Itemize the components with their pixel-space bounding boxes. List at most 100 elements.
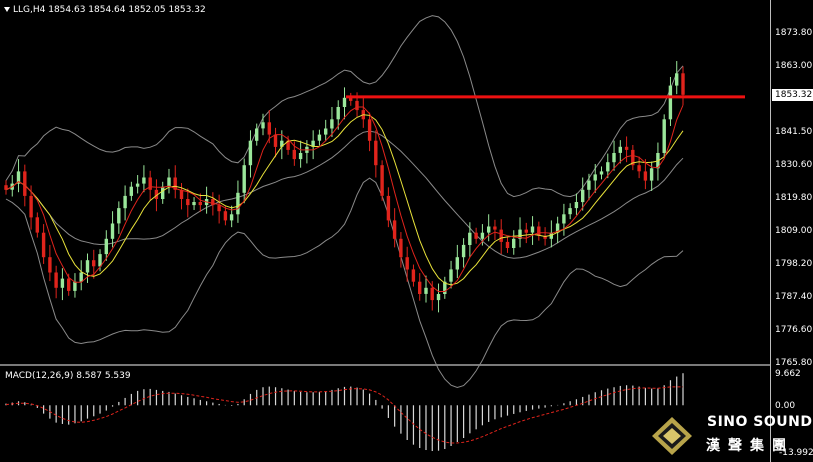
candle-body: [110, 223, 115, 239]
candle-body: [574, 202, 579, 209]
price-tick: 1765.80: [775, 358, 813, 368]
candle-body: [662, 119, 666, 153]
candle-body: [179, 189, 184, 199]
candle-body: [624, 146, 629, 150]
candle-body: [324, 128, 328, 135]
candle-body: [367, 119, 372, 141]
macd-title: MACD(12,26,9) 8.587 5.539: [5, 371, 131, 381]
price-tick: 1863.00: [775, 61, 813, 71]
candle-body: [23, 171, 27, 196]
candle-body: [668, 85, 673, 120]
candle-body: [261, 122, 265, 129]
candle-body: [355, 100, 359, 111]
candle-body: [386, 195, 391, 221]
candle-body: [248, 140, 253, 166]
candle-body: [167, 177, 171, 187]
candle-body: [405, 257, 409, 270]
chart-title-text: LLG,H4 1854.63 1854.64 1852.05 1853.32: [13, 5, 206, 15]
candle-body: [587, 180, 591, 190]
logo-name: SINO SOUND: [707, 414, 813, 430]
candle-body: [48, 257, 52, 273]
candle-body: [675, 73, 679, 86]
candle-body: [512, 238, 516, 248]
candle-body: [599, 171, 604, 175]
macd-tick: 9.662: [775, 369, 801, 379]
candle-body: [424, 287, 428, 294]
candle-body: [480, 232, 485, 239]
candle-body: [411, 269, 416, 282]
candle-body: [41, 232, 46, 258]
candle-body: [223, 211, 228, 221]
candle-body: [342, 97, 347, 107]
candle-body: [562, 214, 566, 224]
candle-body: [455, 257, 459, 270]
candle-body: [217, 205, 221, 212]
candle-body: [336, 107, 340, 120]
candle-body: [581, 189, 585, 203]
price-tick: 1787.40: [775, 292, 813, 302]
candle-body: [79, 272, 83, 282]
candle-body: [392, 220, 397, 239]
candle-body: [493, 226, 497, 230]
candle-body: [92, 260, 96, 267]
price-tick: 1798.20: [775, 259, 813, 269]
price-tick: 1776.60: [775, 325, 813, 335]
candle-body: [643, 171, 648, 181]
candle-body: [255, 128, 259, 141]
candle-body: [60, 278, 65, 288]
chart-title: LLG,H4 1854.63 1854.64 1852.05 1853.32: [4, 5, 206, 15]
candle-body: [236, 192, 240, 215]
candle-body: [530, 226, 535, 233]
price-tick: 1873.80: [775, 28, 813, 38]
candle-body: [499, 229, 503, 242]
candle-body: [449, 269, 453, 282]
candle-body: [474, 232, 478, 239]
candle-body: [418, 281, 422, 294]
candle-body: [242, 165, 246, 193]
candle-body: [35, 217, 39, 233]
candle-body: [606, 162, 610, 172]
candle-body: [330, 119, 334, 129]
price-tick: 1830.60: [775, 160, 813, 170]
candle-body: [298, 153, 303, 160]
candle-body: [186, 199, 190, 206]
price-tick: 1841.50: [775, 127, 813, 137]
chart-drawing: [4, 15, 745, 452]
candle-body: [267, 122, 271, 135]
candle-body: [142, 177, 146, 184]
candle-body: [637, 165, 641, 172]
dropdown-triangle-icon: [4, 7, 10, 12]
candle-body: [67, 278, 71, 291]
candle-body: [618, 146, 622, 153]
candle-body: [436, 294, 441, 301]
candle-body: [85, 260, 90, 273]
candle-body: [537, 226, 541, 236]
candle-body: [211, 199, 215, 206]
candle-body: [461, 244, 466, 258]
candle-body: [317, 134, 322, 141]
candle-body: [129, 186, 133, 196]
candle-body: [273, 134, 278, 147]
candle-body: [198, 202, 202, 206]
candle-body: [524, 229, 528, 233]
candle-body: [430, 287, 434, 301]
candle-body: [399, 238, 403, 258]
candle-body: [73, 281, 77, 291]
macd-tick: 0.00: [775, 401, 796, 411]
candle-body: [593, 174, 597, 181]
candle-body: [649, 168, 654, 181]
candle-body: [612, 153, 616, 163]
candle-body: [292, 149, 296, 160]
candle-body: [135, 183, 140, 187]
price-tick: 1809.00: [775, 226, 813, 236]
logo-chinese-name: 漢聲集團: [706, 438, 794, 454]
candle-body: [568, 208, 572, 215]
candle-body: [117, 208, 121, 224]
candle-body: [29, 195, 33, 218]
candle-body: [54, 272, 58, 288]
candle-body: [380, 165, 384, 196]
candle-body: [161, 186, 165, 199]
candle-body: [487, 226, 491, 233]
candle-body: [104, 238, 108, 255]
candle-body: [468, 232, 472, 245]
